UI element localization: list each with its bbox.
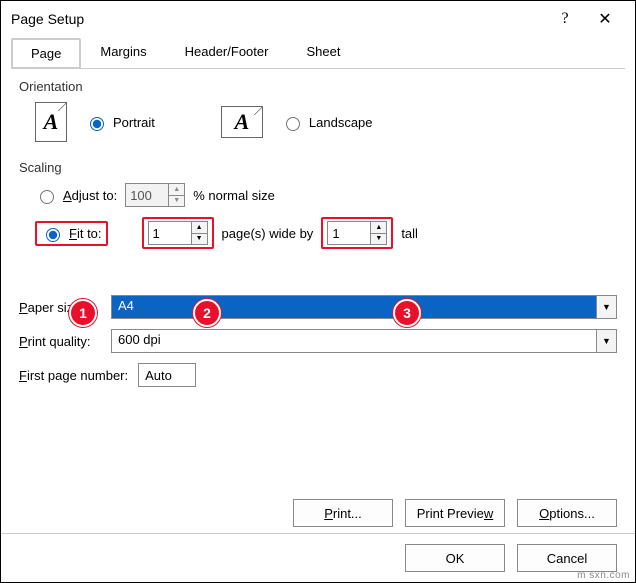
landscape-radio[interactable]: Landscape: [281, 114, 373, 131]
callout-1: 1: [69, 299, 97, 327]
portrait-radio[interactable]: Portrait: [85, 114, 155, 131]
tab-header-footer-label: Header/Footer: [185, 44, 269, 59]
pages-wide-by-label: page(s) wide by: [222, 226, 314, 241]
first-page-input[interactable]: [138, 363, 196, 387]
portrait-page-icon: A: [35, 102, 67, 142]
ok-button[interactable]: OK: [405, 544, 505, 572]
fit-to-radio-input[interactable]: [46, 228, 60, 242]
landscape-radio-input[interactable]: [286, 117, 300, 131]
paper-size-value: A4: [112, 296, 596, 318]
help-button[interactable]: ?: [545, 10, 585, 28]
fit-to-label: Fit to:: [69, 226, 102, 241]
tab-margins-label: Margins: [100, 44, 146, 59]
cancel-button[interactable]: Cancel: [517, 544, 617, 572]
tab-sheet[interactable]: Sheet: [287, 37, 359, 68]
spin-down-icon[interactable]: ▼: [371, 234, 386, 245]
dialog-content: Orientation A Portrait A Landscape Scali…: [1, 69, 635, 499]
watermark: m sxn.com: [577, 570, 630, 581]
landscape-page-icon: A: [221, 106, 263, 138]
normal-size-label: % normal size: [193, 188, 275, 203]
window-title: Page Setup: [11, 11, 545, 27]
spin-down-icon[interactable]: ▼: [169, 196, 184, 207]
portrait-radio-input[interactable]: [90, 117, 104, 131]
portrait-radio-label: Portrait: [113, 115, 155, 130]
tab-sheet-label: Sheet: [306, 44, 340, 59]
first-page-row: First page number:: [19, 363, 617, 387]
spin-up-icon[interactable]: ▲: [169, 184, 184, 196]
print-quality-label: Print quality:: [19, 334, 105, 349]
print-preview-button[interactable]: Print Preview: [405, 499, 505, 527]
dialog-footer: OK Cancel: [1, 533, 635, 582]
orientation-group: Orientation A Portrait A Landscape: [19, 75, 617, 142]
chevron-down-icon[interactable]: ▼: [596, 296, 616, 318]
print-quality-row: Print quality: 600 dpi ▼: [19, 329, 617, 353]
tab-page-label: Page: [31, 46, 61, 61]
adjust-to-label: Adjust to:: [63, 188, 117, 203]
options-button[interactable]: Options...: [517, 499, 617, 527]
paper-size-combo[interactable]: A4 ▼: [111, 295, 617, 319]
callout-3: 3: [393, 299, 421, 327]
print-button[interactable]: Print...: [293, 499, 393, 527]
tall-label: tall: [401, 226, 418, 241]
print-quality-combo[interactable]: 600 dpi ▼: [111, 329, 617, 353]
tab-strip: Page Margins Header/Footer Sheet: [11, 37, 625, 69]
action-button-row: Print... Print Preview Options...: [1, 499, 635, 533]
scaling-label: Scaling: [19, 160, 617, 175]
scaling-group: Scaling Adjust to: ▲▼ % normal size: [19, 156, 617, 249]
tab-margins[interactable]: Margins: [81, 37, 165, 68]
first-page-label: First page number:: [19, 368, 128, 383]
adjust-to-input[interactable]: [126, 184, 168, 206]
orientation-label: Orientation: [19, 79, 617, 94]
page-setup-dialog: Page Setup ? ✕ Page Margins Header/Foote…: [0, 0, 636, 583]
spin-up-icon[interactable]: ▲: [192, 222, 207, 234]
spin-up-icon[interactable]: ▲: [371, 222, 386, 234]
titlebar: Page Setup ? ✕: [1, 1, 635, 35]
landscape-radio-label: Landscape: [309, 115, 373, 130]
close-button[interactable]: ✕: [585, 9, 625, 29]
spin-down-icon[interactable]: ▼: [192, 234, 207, 245]
fit-wide-input[interactable]: [149, 222, 191, 244]
adjust-to-radio-input[interactable]: [40, 190, 54, 204]
adjust-to-radio[interactable]: Adjust to:: [35, 187, 117, 204]
paper-size-row: Paper size: A4 ▼: [19, 295, 617, 319]
tab-page[interactable]: Page: [11, 38, 81, 69]
fit-tall-spinner[interactable]: ▲▼: [327, 221, 387, 245]
fit-to-radio[interactable]: Fit to:: [41, 225, 102, 242]
fit-tall-input[interactable]: [328, 222, 370, 244]
fit-wide-spinner[interactable]: ▲▼: [148, 221, 208, 245]
print-quality-value: 600 dpi: [112, 330, 596, 352]
tab-header-footer[interactable]: Header/Footer: [166, 37, 288, 68]
chevron-down-icon[interactable]: ▼: [596, 330, 616, 352]
callout-2: 2: [193, 299, 221, 327]
adjust-to-spinner[interactable]: ▲▼: [125, 183, 185, 207]
